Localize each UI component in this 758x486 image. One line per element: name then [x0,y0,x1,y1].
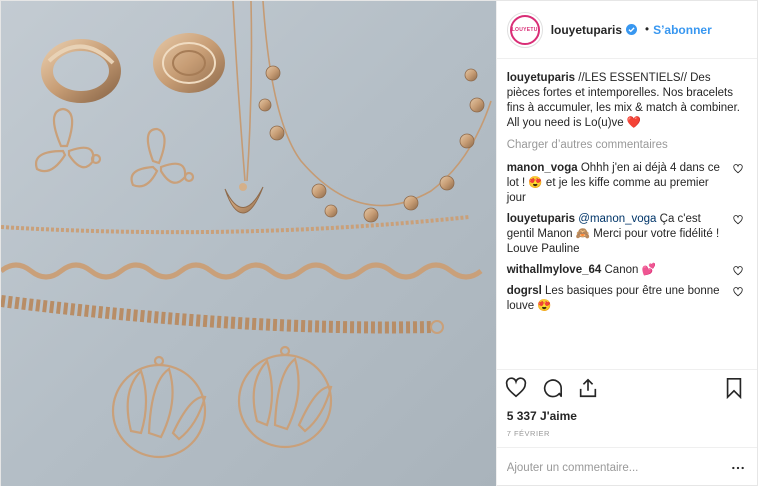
comment-username[interactable]: louyetuparis [507,213,575,225]
action-bar [496,369,757,405]
post-sidebar: LOUYETU louyetuparis • S’abonner louyetu… [495,1,757,486]
like-comment-heart-icon[interactable] [733,215,743,225]
more-options-icon[interactable] [731,461,745,475]
avatar[interactable]: LOUYETU [506,11,543,48]
comments-section: louyetuparis //LES ESSENTIELS// Des pièc… [497,59,757,369]
caption-username[interactable]: louyetuparis [507,72,575,84]
post-photo[interactable] [1,1,496,486]
comment-mention[interactable]: @manon_voga [578,213,656,225]
post-header: LOUYETU louyetuparis • S’abonner [496,1,757,59]
comment-item: withallmylove_64 Canon 💕 [507,263,745,278]
jewelry-photo-illustration [1,1,496,486]
comment-username[interactable]: manon_voga [507,162,578,174]
comment-item: manon_voga Ohhh j'en ai déjà 4 dans ce l… [507,161,745,206]
like-comment-heart-icon[interactable] [733,287,743,297]
ring-shell [153,33,225,93]
load-more-comments-button[interactable]: Charger d’autres commentaires [507,139,745,151]
instagram-post: LOUYETU louyetuparis • S’abonner louyetu… [0,0,758,486]
post-caption: louyetuparis //LES ESSENTIELS// Des pièc… [507,71,745,131]
comment-icon[interactable] [541,377,563,399]
post-date: 7 FÉVRIER [506,429,550,438]
like-comment-heart-icon[interactable] [733,266,743,276]
header-username[interactable]: louyetuparis [551,23,622,37]
like-comment-heart-icon[interactable] [733,164,743,174]
comment-username[interactable]: withallmylove_64 [507,264,602,276]
heart-icon[interactable] [505,376,527,399]
avatar-logo: LOUYETU [509,14,540,45]
likes-count[interactable]: 5 337 J'aime [497,405,757,427]
share-icon[interactable] [577,377,599,399]
comment-username[interactable]: dogrsl [507,285,542,297]
comment-item: dogrsl Les basiques pour être une bonne … [507,284,745,314]
separator-dot: • [645,23,650,36]
bookmark-icon[interactable] [723,377,745,399]
comment-text: Canon 💕 [604,264,656,276]
verified-badge-icon [626,24,638,35]
add-comment-bar [496,447,757,486]
comment-item: louyetuparis @manon_voga Ça c'est gentil… [507,212,745,257]
add-comment-input[interactable] [506,461,731,474]
follow-button[interactable]: S’abonner [653,23,712,37]
